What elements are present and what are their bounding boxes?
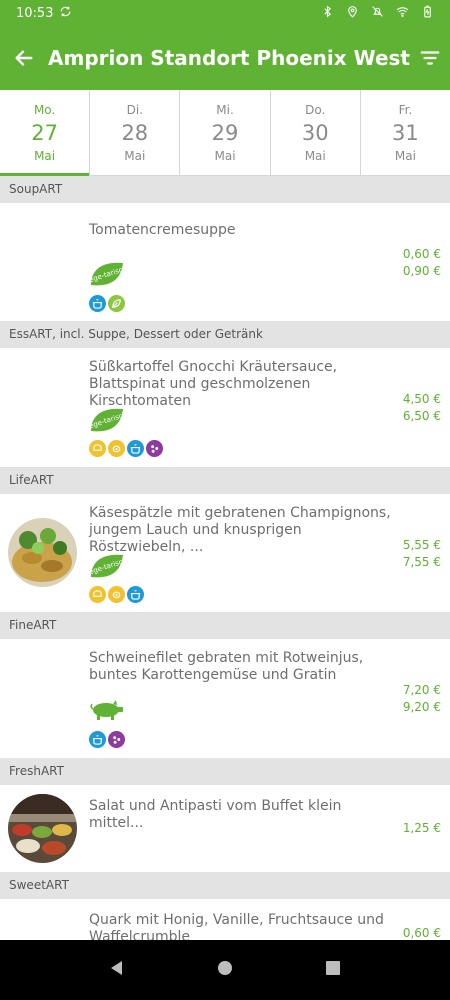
- price-external: 9,20 €: [402, 700, 441, 714]
- price-external: 7,55 €: [402, 555, 441, 569]
- bread-icon: [89, 440, 106, 457]
- price-block: 4,50 € 6,50 €: [403, 391, 441, 425]
- app-bar: Amprion Standort Phoenix West: [0, 26, 450, 90]
- pot-icon: [89, 295, 106, 312]
- pot-icon: [89, 731, 106, 748]
- price-external: 0,90 €: [402, 264, 441, 278]
- tab-weekday: Mo.: [33, 102, 56, 117]
- tab-weekday: Do.: [305, 102, 326, 117]
- dish-name: Käsespätzle mit gebratenen Champignons, …: [89, 505, 391, 555]
- price-block: 0,60 €: [403, 925, 441, 940]
- pot-icon: [127, 586, 144, 603]
- tab-month: Mai: [124, 148, 146, 163]
- dish-name: Süßkartoffel Gnocchi Kräutersauce, Blatt…: [89, 359, 338, 409]
- allergen-icon: [146, 440, 163, 457]
- tab-month: Mai: [34, 148, 56, 163]
- vegetarian-badge-icon: vege-tarisch: [84, 259, 128, 293]
- pot-icon: [127, 440, 144, 457]
- day-tabs: Mo. 27 Mai Di. 28 Mai Mi. 29 Mai Do. 30 …: [0, 90, 450, 176]
- bread-icon: [89, 586, 106, 603]
- triangle-back-icon: [111, 961, 122, 975]
- location-icon: [346, 5, 359, 22]
- app-root: 10:53 Amprion Standort Phoenix West Mo. …: [0, 0, 450, 1000]
- filter-icon: [420, 51, 440, 65]
- tab-weekday: Mi.: [216, 102, 234, 117]
- wifi-icon: [396, 5, 409, 22]
- nav-recents-button[interactable]: [324, 959, 342, 981]
- allergen-icons: [89, 295, 125, 312]
- price-internal: 0,60 €: [402, 247, 441, 261]
- menu-list[interactable]: SoupART Tomatencremesuppe vege-tarisch 0…: [0, 176, 450, 940]
- status-bar: 10:53: [0, 0, 450, 26]
- nav-home-button[interactable]: [216, 959, 234, 981]
- category-header: EssART, incl. Suppe, Dessert oder Geträn…: [0, 321, 450, 348]
- tab-thursday[interactable]: Do. 30 Mai: [269, 90, 360, 175]
- menu-item[interactable]: Salat und Antipasti vom Buffet klein mit…: [0, 785, 450, 872]
- tab-day-number: 28: [121, 120, 149, 145]
- price-block: 0,60 € 0,90 €: [403, 246, 441, 280]
- filter-button[interactable]: [410, 26, 450, 90]
- tab-friday[interactable]: Fr. 31 Mai: [359, 90, 450, 175]
- egg-icon: [108, 440, 125, 457]
- tab-day-number: 27: [31, 120, 58, 145]
- menu-item[interactable]: Süßkartoffel Gnocchi Kräutersauce, Blatt…: [0, 348, 450, 467]
- price-block: 5,55 € 7,55 €: [403, 537, 441, 571]
- tab-month: Mai: [214, 148, 236, 163]
- arrow-back-icon: [15, 50, 33, 66]
- menu-item[interactable]: Schweinefilet gebraten mit Rotweinjus, b…: [0, 639, 450, 758]
- category-header: SweetART: [0, 872, 450, 899]
- tab-tuesday[interactable]: Di. 28 Mai: [89, 90, 179, 175]
- bluetooth-icon: [321, 4, 334, 22]
- category-header: FineART: [0, 612, 450, 639]
- tab-monday[interactable]: Mo. 27 Mai: [0, 90, 90, 176]
- dish-name: Salat und Antipasti vom Buffet klein mit…: [89, 798, 342, 831]
- tab-weekday: Fr.: [398, 102, 413, 117]
- dish-name: Quark mit Honig, Vanille, Fruchtsauce un…: [89, 912, 384, 940]
- page-title: Amprion Standort Phoenix West: [48, 46, 410, 70]
- dish-photo: [8, 518, 77, 587]
- leaf-icon: [108, 295, 125, 312]
- tab-month: Mai: [304, 148, 326, 163]
- price-internal: 1,25 €: [402, 821, 441, 835]
- circle-home-icon: [218, 961, 232, 975]
- price-internal: 5,55 €: [402, 538, 441, 552]
- egg-icon: [108, 586, 125, 603]
- dish-photo: [8, 794, 77, 863]
- status-time: 10:53: [16, 5, 54, 21]
- category-header: FreshART: [0, 758, 450, 785]
- back-button[interactable]: [0, 26, 48, 90]
- price-internal: 7,20 €: [402, 683, 441, 697]
- menu-item[interactable]: Käsespätzle mit gebratenen Champignons, …: [0, 494, 450, 612]
- pork-icon: [89, 699, 125, 725]
- category-header: SoupART: [0, 176, 450, 203]
- vegetarian-badge-icon: vege-tarisch: [84, 551, 128, 585]
- dish-name: Tomatencremesuppe: [89, 222, 236, 238]
- allergen-icons: [89, 731, 125, 748]
- price-block: 1,25 €: [403, 820, 441, 837]
- price-internal: 4,50 €: [402, 392, 441, 406]
- dish-name: Schweinefilet gebraten mit Rotweinjus, b…: [89, 650, 364, 683]
- menu-item[interactable]: Tomatencremesuppe vege-tarisch 0,60 € 0,…: [0, 203, 450, 321]
- tab-day-number: 29: [211, 120, 239, 145]
- nav-back-button[interactable]: [108, 959, 126, 981]
- sync-icon: [59, 5, 72, 22]
- price-internal: 0,60 €: [402, 926, 441, 940]
- price-block: 7,20 € 9,20 €: [403, 682, 441, 716]
- allergen-icons: [89, 440, 163, 457]
- battery-icon: [421, 5, 434, 22]
- menu-item[interactable]: Quark mit Honig, Vanille, Fruchtsauce un…: [0, 899, 450, 940]
- vegetarian-badge-icon: vege-tarisch: [84, 405, 128, 439]
- allergen-icon: [108, 731, 125, 748]
- tab-day-number: 31: [392, 120, 419, 145]
- tab-month: Mai: [394, 148, 416, 163]
- tab-weekday: Di.: [126, 102, 143, 117]
- notifications-off-icon: [371, 5, 384, 22]
- system-navigation-bar: [0, 940, 450, 1000]
- price-external: 6,50 €: [402, 409, 441, 423]
- allergen-icons: [89, 586, 144, 603]
- category-header: LifeART: [0, 467, 450, 494]
- tab-wednesday[interactable]: Mi. 29 Mai: [179, 90, 269, 175]
- square-recents-icon: [326, 961, 340, 975]
- tab-day-number: 30: [301, 120, 329, 145]
